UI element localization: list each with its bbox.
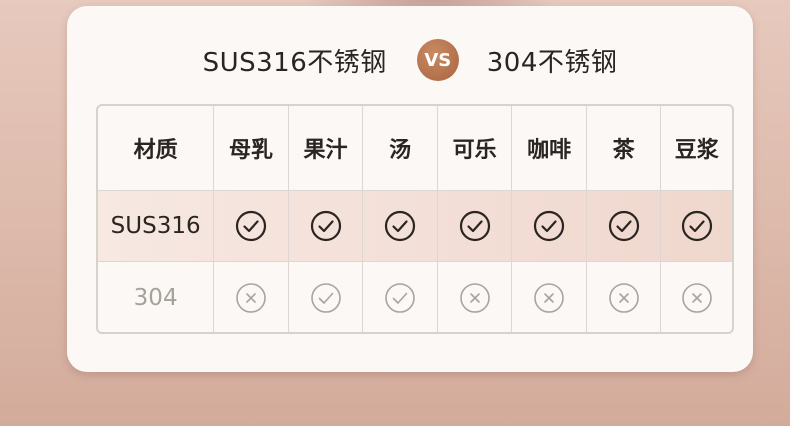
check-circle-icon — [310, 283, 341, 313]
check-circle-icon — [385, 283, 415, 313]
column-header: 咖啡 — [512, 106, 587, 190]
comparison-table: 材质 母乳 果汁 汤 可乐 咖啡 茶 豆浆 SUS316 304 — [96, 104, 734, 334]
row-label: SUS316 — [98, 190, 215, 262]
check-circle-icon — [384, 210, 416, 242]
incompatible-cell — [512, 262, 587, 332]
column-header: 可乐 — [438, 106, 513, 190]
check-circle-icon — [235, 210, 267, 242]
column-header: 材质 — [98, 106, 215, 190]
compatible-cell — [586, 190, 662, 262]
check-circle-icon — [459, 210, 490, 242]
check-circle-icon — [608, 210, 639, 242]
table-header-row: 材质 母乳 果汁 汤 可乐 咖啡 茶 豆浆 — [98, 106, 732, 190]
incompatible-cell — [587, 262, 662, 332]
incompatible-cell — [661, 262, 732, 332]
vs-badge: VS — [416, 39, 459, 81]
table-row-304: 304 — [98, 262, 732, 332]
cross-circle-icon — [459, 283, 490, 313]
column-header: 果汁 — [289, 106, 364, 190]
compatible-cell — [363, 190, 438, 262]
comparison-header: SUS316不锈钢 VS 304不锈钢 — [67, 38, 753, 82]
table-row-sus316: SUS316 — [98, 190, 732, 262]
column-header: 豆浆 — [674, 138, 719, 163]
column-header: 母乳 — [214, 106, 289, 190]
column-header: 汤 — [363, 106, 438, 190]
incompatible-cell — [438, 262, 513, 332]
compatible-cell — [214, 190, 289, 262]
304-title: 304不锈钢 — [486, 47, 618, 78]
incompatible-cell — [214, 262, 289, 332]
cross-circle-icon — [608, 283, 639, 313]
check-circle-icon — [310, 210, 341, 242]
cross-circle-icon — [236, 283, 266, 313]
compatible-cell — [661, 190, 732, 262]
cross-circle-icon — [534, 283, 564, 313]
column-header: 茶 — [587, 106, 662, 190]
sus316-title: SUS316不锈钢 — [202, 47, 387, 78]
compatible-cell — [289, 262, 364, 332]
check-circle-icon — [681, 210, 712, 242]
compatible-cell — [363, 262, 438, 332]
compatible-cell — [437, 190, 513, 262]
check-circle-icon — [534, 210, 565, 242]
row-label: 304 — [98, 262, 215, 332]
comparison-card: SUS316不锈钢 VS 304不锈钢 材质 母乳 果汁 汤 可乐 咖啡 茶 豆… — [67, 6, 753, 372]
compatible-cell — [512, 190, 587, 262]
cross-circle-icon — [681, 283, 712, 313]
compatible-cell — [288, 190, 364, 262]
